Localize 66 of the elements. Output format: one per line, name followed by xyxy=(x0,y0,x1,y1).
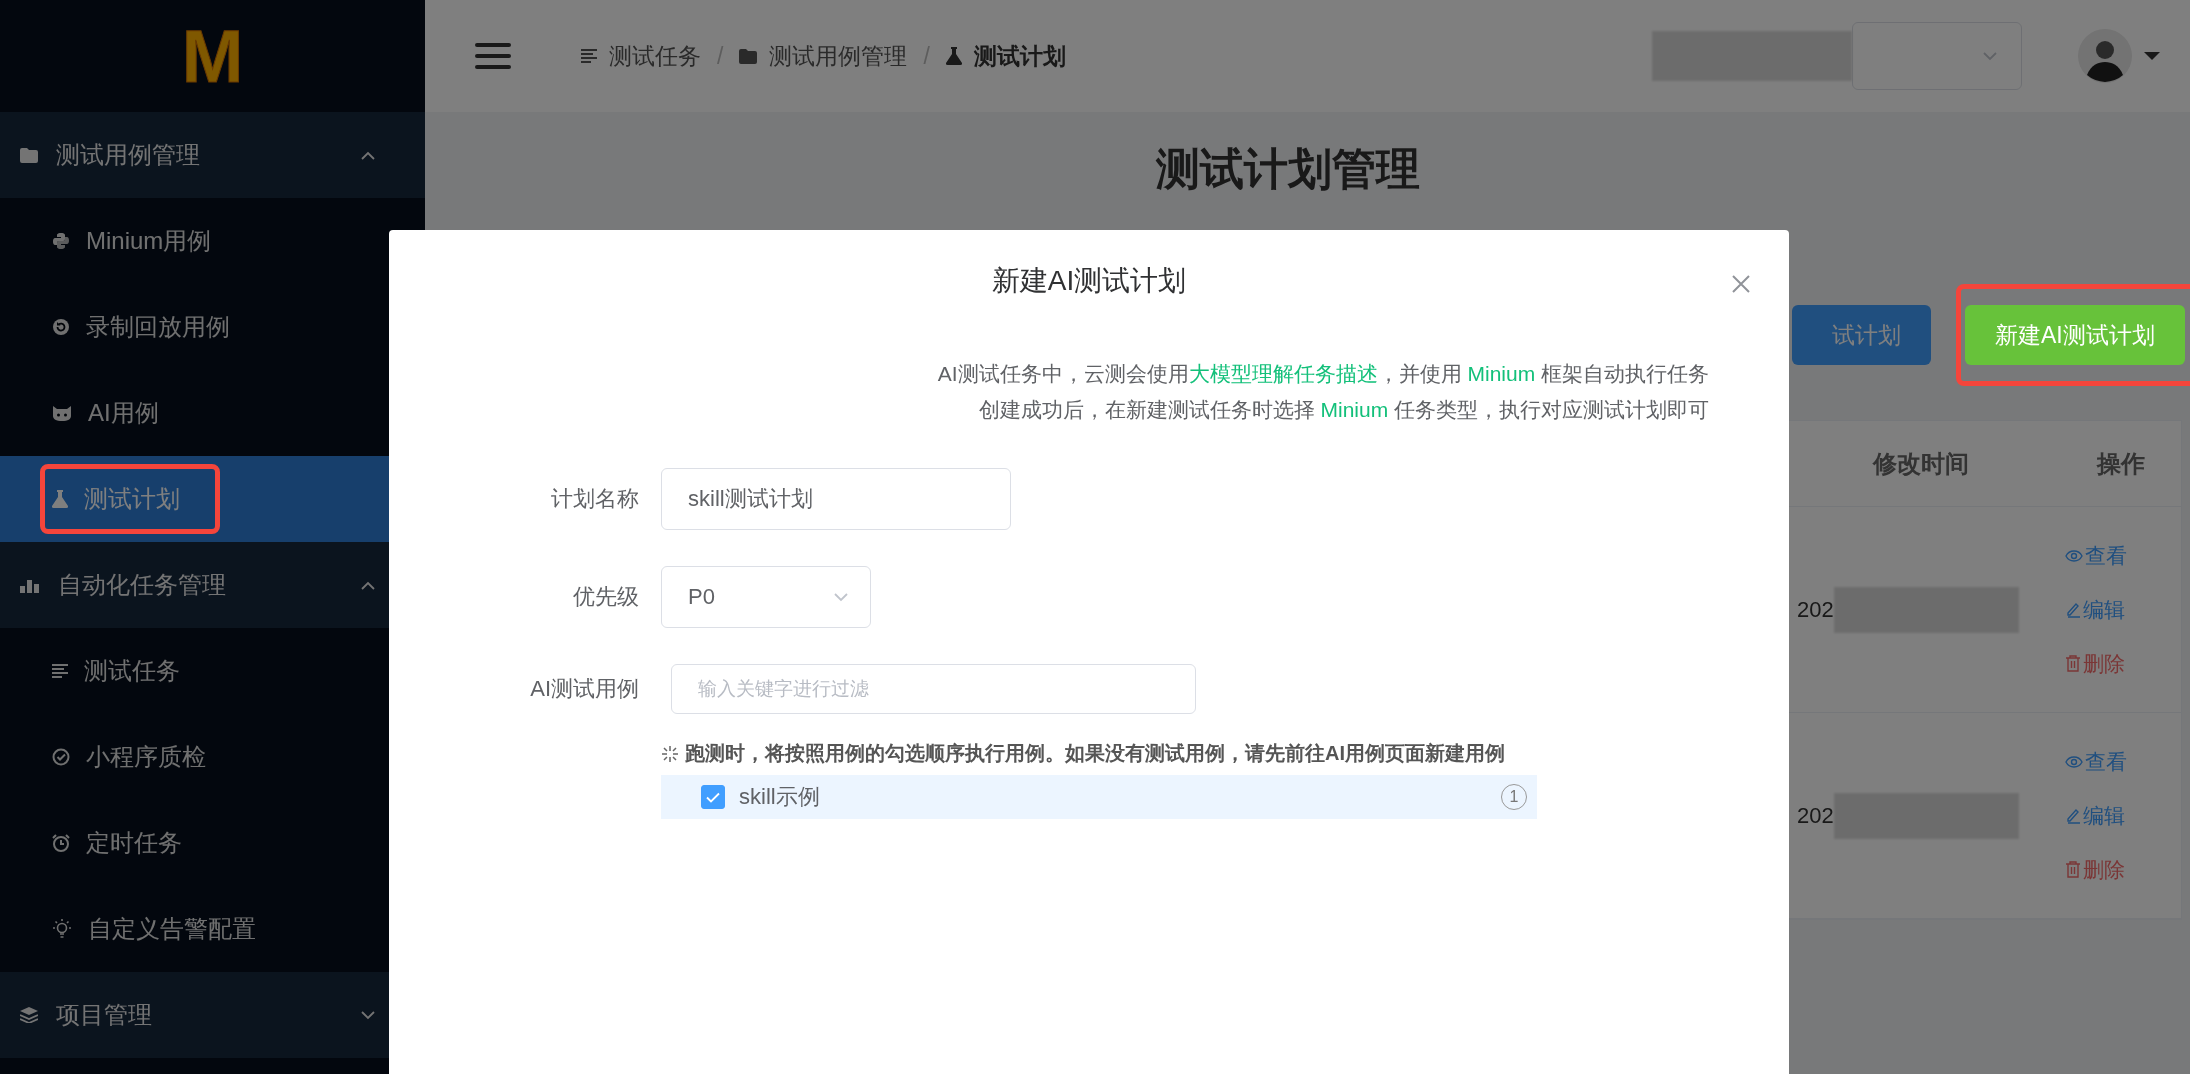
bar-chart-icon xyxy=(20,577,40,593)
python-icon xyxy=(52,232,70,250)
sidebar-item[interactable]: Minium用例 xyxy=(0,198,425,284)
sparkle-icon xyxy=(661,744,679,763)
sidebar-item[interactable]: 小程序质检 xyxy=(0,714,425,800)
create-plan-button[interactable]: 试计划 xyxy=(1792,305,1931,365)
edit-link[interactable]: 编辑 xyxy=(2065,595,2126,624)
trash-icon xyxy=(2065,861,2082,878)
field-label: AI测试用例 xyxy=(529,675,639,703)
light-bulb-icon xyxy=(52,919,72,939)
column-header: 操作 xyxy=(2095,448,2146,479)
trash-icon xyxy=(2065,655,2082,672)
flask-icon xyxy=(52,490,68,508)
breadcrumb-item[interactable]: 测试用例管理 xyxy=(739,40,908,72)
folder-icon xyxy=(739,48,758,64)
sidebar-item[interactable]: 定时任务 xyxy=(0,800,425,886)
column-header: 修改时间 xyxy=(1871,448,1970,479)
eye-icon xyxy=(2065,549,2084,562)
field-label: 计划名称 xyxy=(550,485,639,513)
plan-name-field[interactable]: skill测试计划 xyxy=(661,468,1011,530)
filter-field[interactable]: 输入关键字进行过滤 xyxy=(671,664,1196,714)
folder-icon xyxy=(20,147,38,163)
sidebar-item[interactable]: 测试任务 xyxy=(0,628,425,714)
sidebar-item[interactable]: 录制回放用例 xyxy=(0,284,425,370)
list-icon xyxy=(581,49,597,63)
view-link[interactable]: 查看 xyxy=(2065,747,2128,776)
intro-text: 创建成功后，在新建测试任务时选择 Minium 任务类型，执行对应测试计划即可 xyxy=(978,397,1709,423)
create-plan-button[interactable]: 新建AI测试计划 xyxy=(1965,305,2185,365)
breadcrumb-separator: / xyxy=(923,42,930,70)
flask-icon xyxy=(945,47,962,65)
checkbox[interactable] xyxy=(701,785,725,809)
sidebar-group[interactable]: 测试用例管理 xyxy=(0,112,425,198)
layers-icon xyxy=(20,1007,38,1023)
table-cell: 202 xyxy=(1797,596,1834,623)
breadcrumb-separator: / xyxy=(717,42,724,70)
pencil-icon xyxy=(2065,807,2082,824)
edit-link[interactable]: 编辑 xyxy=(2065,801,2126,830)
close-icon[interactable] xyxy=(1731,274,1751,294)
case-label: skill示例 xyxy=(739,783,821,811)
cat-icon xyxy=(52,404,72,422)
field-label: 优先级 xyxy=(572,583,639,611)
breadcrumb-item: 测试计划 xyxy=(945,40,1066,72)
checkmark-icon xyxy=(706,791,720,803)
priority-select[interactable]: P0 xyxy=(661,566,871,628)
breadcrumb-item[interactable]: 测试任务 xyxy=(581,40,701,72)
sidebar-item[interactable]: AI用例 xyxy=(0,370,425,456)
intro-text: AI测试任务中，云测会使用大模型理解任务描述，并使用 Minium 框架自动执行任务 xyxy=(937,361,1709,387)
page-title: 测试计划管理 xyxy=(1155,143,1420,195)
caret-icon[interactable] xyxy=(2144,52,2160,60)
list-icon xyxy=(52,664,68,678)
check-circle-icon xyxy=(52,748,70,766)
delete-link[interactable]: 删除 xyxy=(2065,855,2126,884)
dialog-title: 新建AI测试计划 xyxy=(990,264,1188,298)
hint-text: 跑测时，将按照用例的勾选顺序执行用例。如果没有测试用例，请先前往AI用例页面新建用例 xyxy=(685,741,1505,766)
alarm-clock-icon xyxy=(52,834,70,852)
table-cell: 202 xyxy=(1797,802,1834,829)
delete-link[interactable]: 删除 xyxy=(2065,649,2126,678)
avatar[interactable] xyxy=(2078,29,2132,83)
sidebar-item[interactable]: 自定义告警配置 xyxy=(0,886,425,972)
menu-icon[interactable] xyxy=(475,43,511,69)
case-item[interactable]: skill示例 1 xyxy=(661,775,1537,819)
logo: M xyxy=(181,13,244,99)
eye-icon xyxy=(2065,755,2084,768)
view-link[interactable]: 查看 xyxy=(2065,541,2128,570)
replay-icon xyxy=(52,318,70,336)
pencil-icon xyxy=(2065,601,2082,618)
